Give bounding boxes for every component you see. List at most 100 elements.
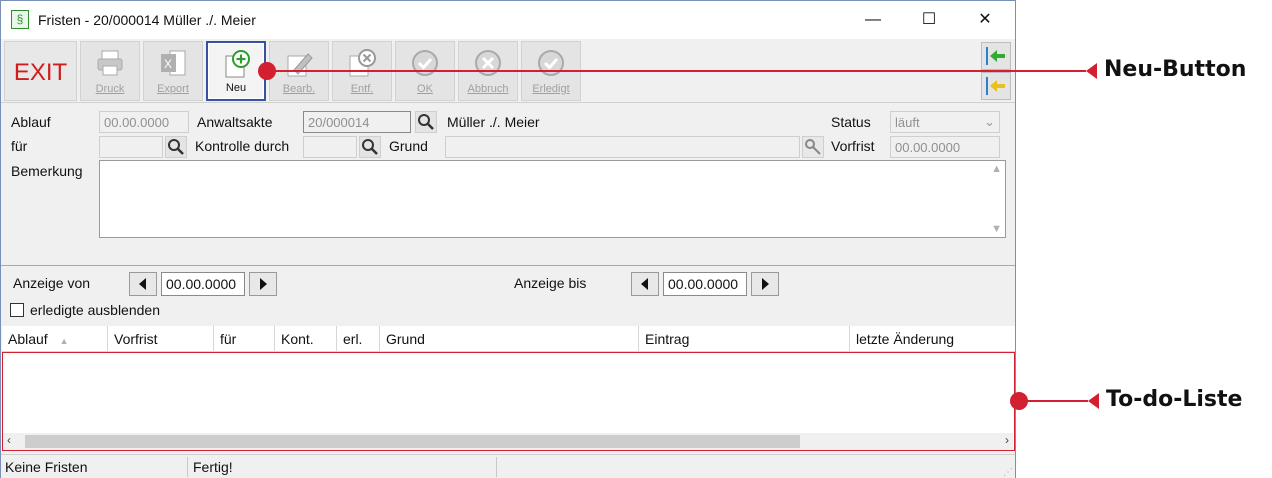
triangle-left-icon — [139, 278, 146, 290]
anwaltsakte-field[interactable]: 20/000014 — [303, 111, 411, 133]
column-label: Ablauf — [8, 331, 48, 347]
minimize-button[interactable]: — — [851, 5, 895, 35]
resize-grip-icon[interactable]: ⋰ — [1003, 467, 1013, 478]
column-header-erl[interactable]: erl. — [337, 326, 380, 352]
frist-form: Ablauf 00.00.0000 Anwaltsakte 20/000014 … — [1, 104, 1015, 264]
anzeige-von-prev-button[interactable] — [129, 272, 157, 296]
arrow-left-yellow-icon — [986, 77, 1005, 95]
status-fristen-count: Keine Fristen — [5, 459, 88, 475]
bearb-label: Bearb. — [282, 83, 316, 95]
column-header-vorfrist[interactable]: Vorfrist — [108, 326, 214, 352]
excel-icon: X — [161, 50, 186, 76]
export-label: Export — [157, 83, 189, 95]
close-button[interactable]: ✕ — [963, 5, 1007, 35]
scrollbar-thumb[interactable] — [25, 435, 800, 448]
grund-lookup-button[interactable] — [802, 136, 824, 158]
search-icon — [168, 139, 184, 155]
exit-button[interactable]: EXIT — [4, 41, 77, 101]
status-select[interactable]: läuft ⌄ — [890, 111, 1000, 133]
cancel-icon — [475, 50, 501, 76]
vorfrist-label: Vorfrist — [831, 138, 875, 154]
search-icon — [362, 139, 378, 155]
neu-button-callout: Neu-Button — [1104, 57, 1247, 82]
grid-header: Ablauf ▲ Vorfrist für Kont. erl. Grund E… — [2, 326, 1015, 352]
plus-icon — [225, 50, 250, 78]
anwaltsakte-search-button[interactable] — [415, 111, 437, 133]
erledigt-label: Erledigt — [532, 83, 570, 95]
column-header-grund[interactable]: Grund — [380, 326, 639, 352]
fuer-field[interactable] — [99, 136, 163, 158]
triangle-right-icon — [762, 278, 769, 290]
scroll-left-icon[interactable]: ‹ — [7, 433, 11, 447]
neu-label: Neu — [225, 82, 247, 94]
parties-text: Müller ./. Meier — [447, 114, 540, 130]
todo-callout-line — [1026, 400, 1088, 402]
column-header-kont[interactable]: Kont. — [275, 326, 337, 352]
nav-forward-button[interactable] — [981, 72, 1011, 100]
horizontal-scrollbar[interactable]: ‹ › — [3, 433, 1013, 450]
ok-label: OK — [417, 83, 433, 95]
vorfrist-field[interactable]: 00.00.0000 — [890, 136, 1000, 158]
druck-label: Druck — [95, 83, 125, 95]
section-divider — [1, 265, 1015, 266]
exit-label: EXIT — [13, 59, 68, 86]
anzeige-von-next-button[interactable] — [249, 272, 277, 296]
bemerkung-textarea[interactable]: ▲ ▼ — [99, 160, 1006, 238]
ablauf-field[interactable]: 00.00.0000 — [99, 111, 189, 133]
delete-icon — [349, 49, 376, 77]
scroll-right-icon[interactable]: › — [1005, 433, 1009, 447]
scroll-down-icon[interactable]: ▼ — [991, 223, 1002, 235]
grund-label: Grund — [389, 138, 428, 154]
column-header-ablauf[interactable]: Ablauf ▲ — [2, 326, 108, 352]
fuer-label: für — [11, 138, 28, 154]
neu-callout-line — [266, 70, 1086, 72]
nav-back-button[interactable] — [981, 42, 1011, 70]
done-icon — [538, 50, 564, 76]
app-icon: § — [11, 10, 29, 29]
title-bar: § Fristen - 20/000014 Müller ./. Meier —… — [1, 1, 1015, 39]
anzeige-bis-next-button[interactable] — [751, 272, 779, 296]
column-header-letzte-aenderung[interactable]: letzte Änderung — [850, 326, 1015, 352]
grund-field[interactable] — [445, 136, 800, 158]
abbruch-label: Abbruch — [467, 83, 509, 95]
erledigte-ausblenden-checkbox[interactable] — [10, 303, 24, 317]
kontrolle-label: Kontrolle durch — [195, 138, 290, 154]
kontrolle-search-button[interactable] — [359, 136, 381, 158]
sort-ascending-icon: ▲ — [59, 336, 69, 346]
column-header-fuer[interactable]: für — [214, 326, 275, 352]
druck-button[interactable]: Druck — [80, 41, 140, 101]
status-divider — [187, 457, 188, 477]
svg-text:X: X — [164, 57, 172, 71]
kontrolle-field[interactable] — [303, 136, 357, 158]
key-icon — [805, 139, 821, 155]
chevron-down-icon: ⌄ — [984, 114, 995, 129]
todo-callout-arrow — [1088, 393, 1099, 409]
anzeige-von-label: Anzeige von — [13, 275, 91, 291]
column-header-eintrag[interactable]: Eintrag — [639, 326, 850, 352]
status-bar: Keine Fristen Fertig! ⋰ — [1, 454, 1015, 478]
triangle-left-icon — [641, 278, 648, 290]
todo-liste-callout: To-do-Liste — [1106, 387, 1243, 412]
anwaltsakte-label: Anwaltsakte — [197, 114, 273, 130]
fuer-search-button[interactable] — [165, 136, 187, 158]
status-value: läuft — [895, 115, 920, 130]
anzeige-bis-label: Anzeige bis — [514, 275, 587, 291]
status-message: Fertig! — [193, 459, 233, 475]
triangle-right-icon — [260, 278, 267, 290]
printer-icon — [97, 50, 123, 76]
erledigte-ausblenden-label: erledigte ausblenden — [30, 302, 160, 318]
status-label: Status — [831, 114, 871, 130]
search-icon — [418, 114, 434, 130]
anzeige-bis-prev-button[interactable] — [631, 272, 659, 296]
neu-button[interactable]: Neu — [206, 41, 266, 101]
anzeige-bis-field[interactable]: 00.00.0000 — [663, 272, 747, 296]
window-title: Fristen - 20/000014 Müller ./. Meier — [38, 12, 256, 28]
entf-label: Entf. — [350, 83, 374, 95]
status-divider — [496, 457, 497, 477]
maximize-button[interactable]: ☐ — [907, 5, 951, 35]
neu-callout-arrow — [1086, 63, 1097, 79]
arrow-left-green-icon — [986, 47, 1005, 65]
scroll-up-icon[interactable]: ▲ — [991, 163, 1002, 175]
export-button[interactable]: X Export — [143, 41, 203, 101]
anzeige-von-field[interactable]: 00.00.0000 — [161, 272, 245, 296]
